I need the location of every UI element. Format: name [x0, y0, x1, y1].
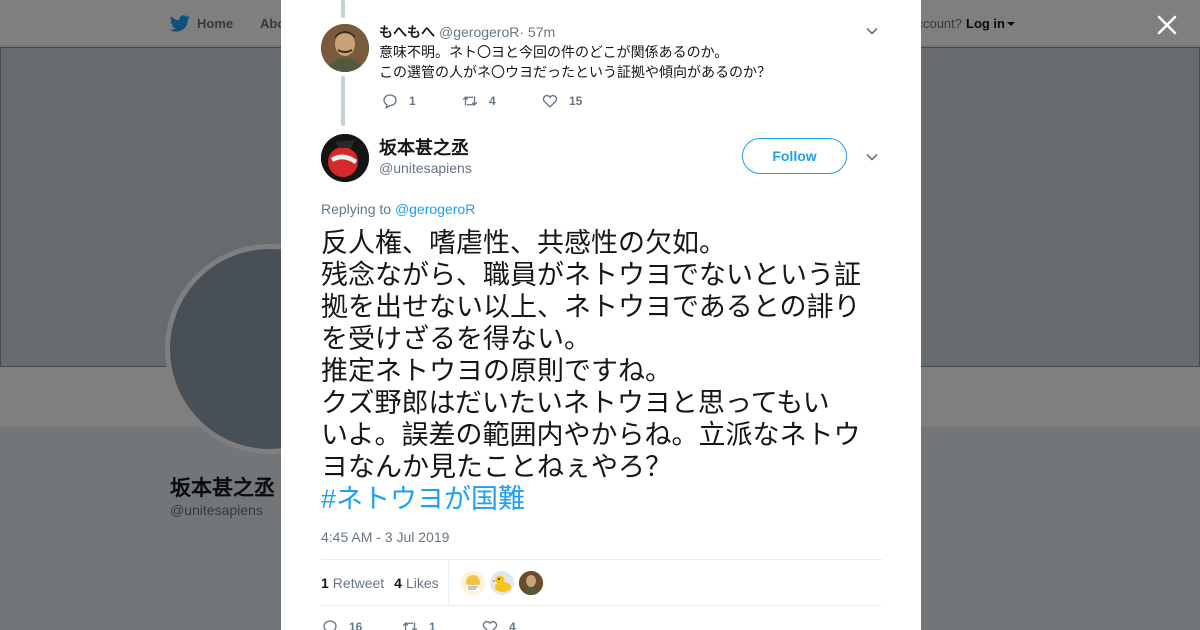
liker-avatar-image	[519, 571, 543, 595]
retweets-stat[interactable]: 1 Retweet	[321, 575, 384, 591]
portrait-image	[321, 24, 369, 72]
replying-prefix: Replying to	[321, 201, 395, 217]
tweet-author-avatar[interactable]	[321, 134, 369, 182]
tweet-text-line: いよ。誤差の範囲内やからね。立派なネトウ	[321, 420, 861, 450]
reply-timestamp[interactable]: · 57m	[519, 24, 555, 40]
likes-label: Likes	[405, 575, 439, 591]
retweets-label: Retweet	[332, 575, 385, 591]
chevron-down-icon[interactable]	[865, 24, 879, 38]
chevron-down-icon[interactable]	[865, 150, 879, 164]
duck-icon	[492, 575, 511, 592]
tweet-text-line: クズ野郎はだいたいネトウヨと思ってもい	[321, 388, 830, 418]
liker-avatar[interactable]	[490, 571, 514, 595]
tweet-stats: 1 Retweet 4 Likes	[321, 559, 882, 606]
reply-text-line: 意味不明。ネト〇ヨと今回の件のどこが関係あるのか。	[379, 44, 729, 60]
reply-author-avatar[interactable]	[321, 24, 369, 72]
reply-button[interactable]: 16	[321, 618, 401, 630]
tweet-actions: 16 1 4	[321, 618, 561, 630]
stats-counts: 1 Retweet 4 Likes	[321, 575, 439, 591]
follow-button[interactable]: Follow	[742, 138, 847, 174]
retweet-icon	[402, 622, 418, 630]
liker-avatar[interactable]	[461, 571, 485, 595]
likes-stat[interactable]: 4 Likes	[394, 575, 438, 591]
liker-avatar-image	[466, 575, 480, 591]
stats-divider	[448, 560, 449, 606]
likes-count: 4	[394, 575, 402, 591]
retweet-count: 4	[489, 94, 496, 108]
replying-mention[interactable]: @gerogeroR	[395, 201, 475, 217]
hashtag-link[interactable]: #ネトウヨが国難	[321, 483, 886, 515]
reply-header: もへもへ @gerogeroR · 57m	[379, 22, 555, 42]
reply-button[interactable]: 1	[381, 92, 461, 110]
like-count: 4	[509, 620, 516, 630]
retweets-count: 1	[321, 575, 329, 591]
tweet-text-line: 推定ネトウヨの原則ですね。	[321, 356, 672, 386]
retweet-count: 1	[429, 620, 436, 630]
close-icon[interactable]	[1152, 10, 1182, 40]
comment-icon	[323, 620, 337, 630]
like-count: 15	[569, 94, 583, 108]
tweet-author-name[interactable]: 坂本甚之丞	[379, 134, 469, 160]
heart-icon	[542, 94, 558, 108]
heart-icon	[482, 620, 498, 630]
retweet-button[interactable]: 1	[401, 618, 481, 630]
reply-author-name[interactable]: もへもへ	[379, 22, 435, 42]
retweet-button[interactable]: 4	[461, 92, 541, 110]
thread-line	[341, 76, 345, 126]
tweet-text-line: を受けざるを得ない。	[321, 324, 591, 354]
liker-avatar[interactable]	[519, 571, 543, 595]
reply-author-handle[interactable]: @gerogeroR	[439, 24, 519, 40]
reply-count: 1	[409, 94, 416, 108]
like-button[interactable]: 15	[541, 92, 621, 110]
avatar-image	[321, 134, 369, 182]
tweet-text: 反人権、嗜虐性、共感性の欠如。 残念ながら、職員がネトウヨでないという証 拠を出…	[321, 227, 886, 515]
tweet-text-line: 拠を出せない以上、ネトウヨであるとの誹り	[321, 292, 861, 322]
reply-text-line: この選管の人がネ〇ウヨだったという証拠や傾向があるのか？	[379, 64, 771, 80]
reply-text: 意味不明。ネト〇ヨと今回の件のどこが関係あるのか。 この選管の人がネ〇ウヨだった…	[379, 42, 771, 82]
reply-actions: 1 4 15	[381, 92, 621, 110]
tweet-text-line: 反人権、嗜虐性、共感性の欠如。	[321, 228, 726, 258]
tweet-text-line: ヨなんか見たことねぇやろ？	[321, 452, 672, 482]
like-button[interactable]: 4	[481, 618, 561, 630]
replying-to: Replying to @gerogeroR	[321, 201, 475, 217]
tweet-author-handle[interactable]: @unitesapiens	[379, 160, 472, 176]
tweet-modal: もへもへ @gerogeroR · 57m 意味不明。ネト〇ヨと今回の件のどこが…	[281, 0, 921, 630]
retweet-icon	[462, 96, 478, 106]
tweet-text-line: 残念ながら、職員がネトウヨでないという証	[321, 260, 861, 290]
reply-count: 16	[349, 620, 363, 630]
comment-icon	[383, 94, 397, 110]
tweet-timestamp[interactable]: 4:45 AM - 3 Jul 2019	[321, 529, 449, 545]
thread-line	[341, 0, 345, 18]
